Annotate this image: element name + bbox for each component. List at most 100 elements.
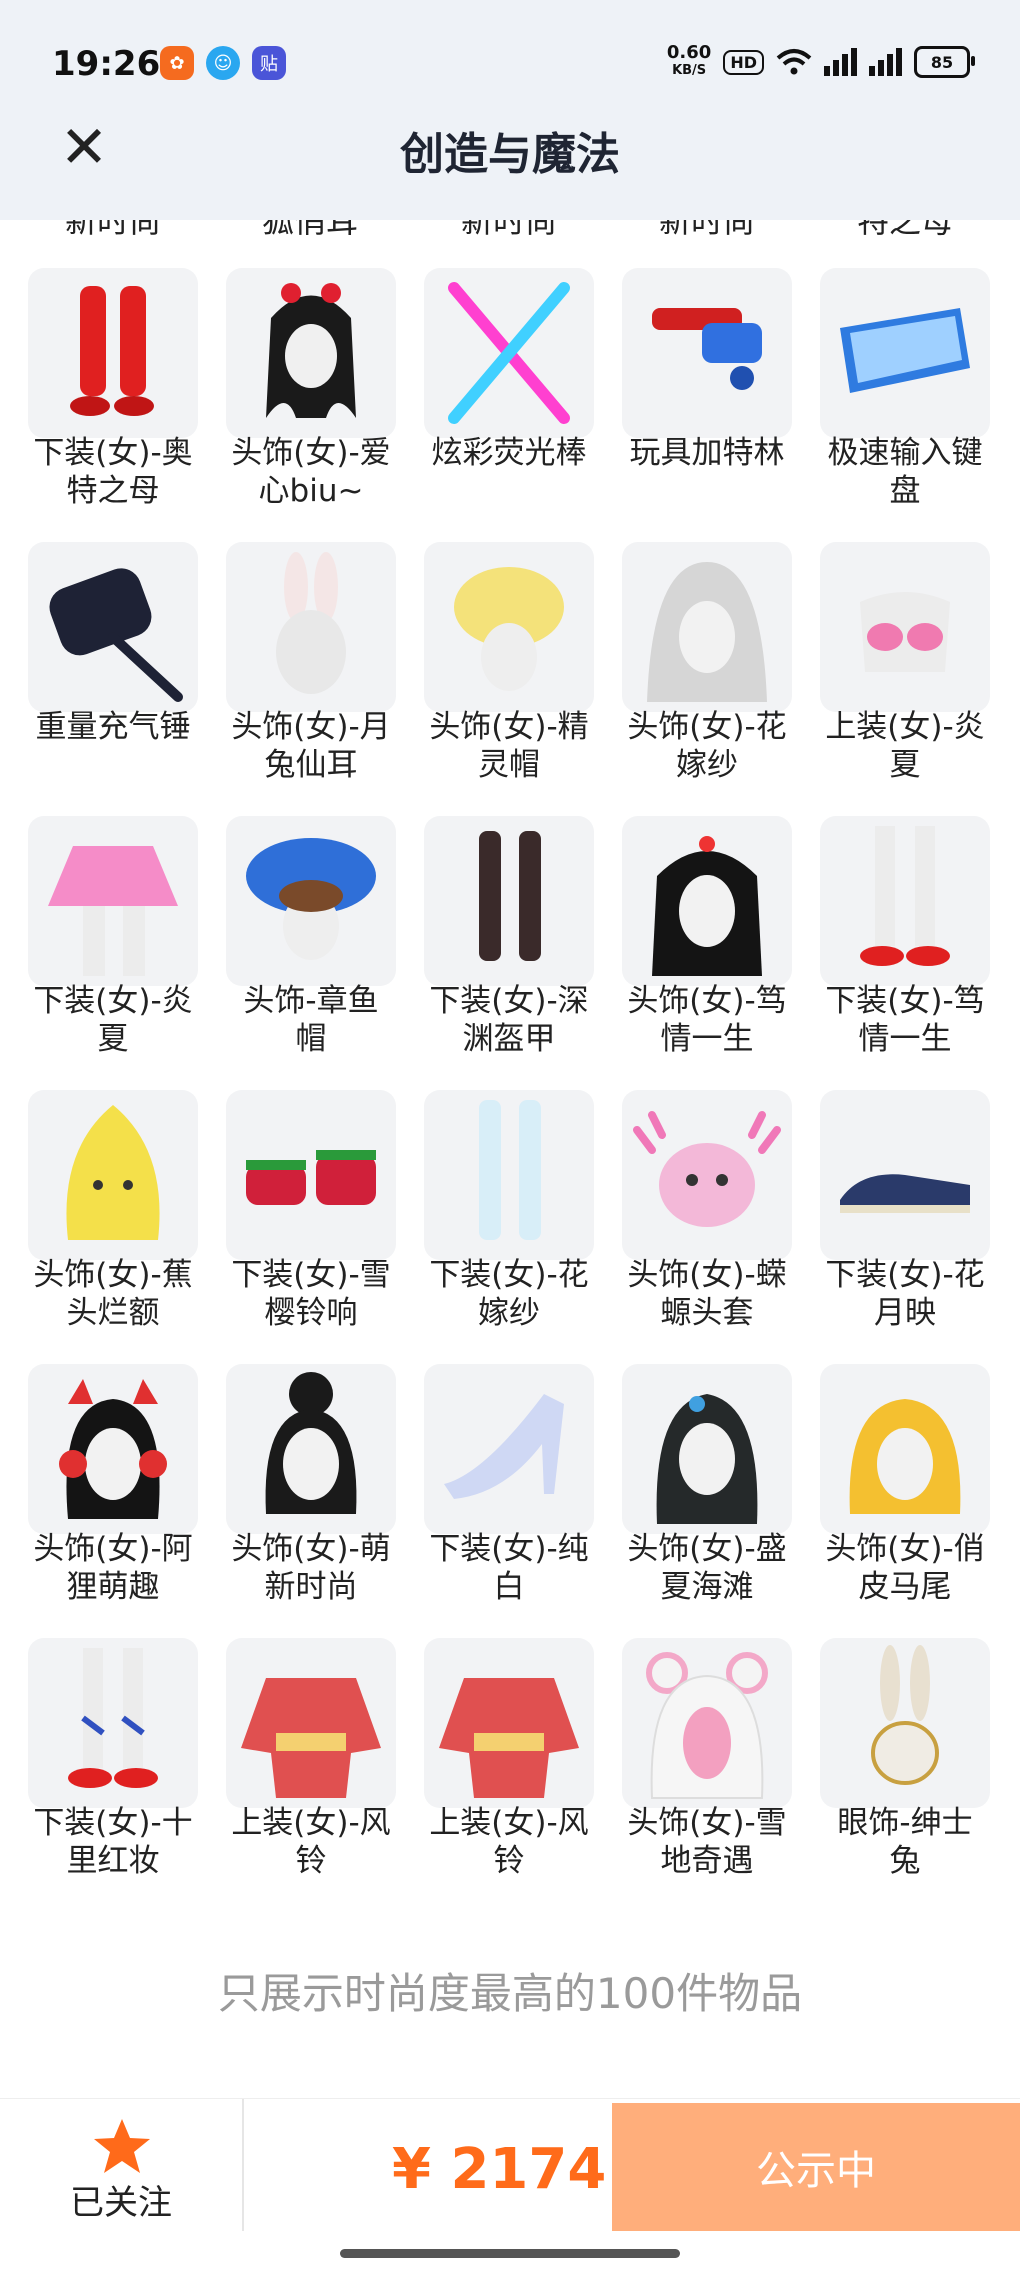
keyboard-icon	[820, 268, 990, 438]
grid-item[interactable]: 头饰(女)-月 兔仙耳	[226, 542, 396, 808]
grid-item[interactable]: 下装(女)-花 月映	[820, 1090, 990, 1356]
grid-item[interactable]: 上装(女)-风 铃	[226, 1638, 396, 1904]
item-name: 玩具加特林	[629, 435, 785, 471]
grid-item[interactable]: 头饰(女)-俏 皮马尾	[820, 1364, 990, 1630]
christmas-shoes-icon	[226, 1090, 396, 1260]
grid-item[interactable]: 眼饰-绅士 兔	[820, 1638, 990, 1904]
banana-head-icon	[28, 1090, 198, 1260]
grid-item[interactable]: 下装(女)-雪 樱铃响	[226, 1090, 396, 1356]
item-name: 头饰(女)-花 嫁纱	[627, 709, 787, 783]
item-name: 头饰(女)-萌 新时尚	[231, 1531, 391, 1605]
grid-item[interactable]: 下装(女)-纯 白	[424, 1364, 594, 1630]
toy-gatling-icon	[622, 268, 792, 438]
star-icon	[94, 2119, 150, 2173]
item-name: 头饰(女)-蕉 头烂额	[33, 1257, 193, 1331]
follow-button[interactable]: 已关注	[0, 2099, 242, 2231]
follow-label: 已关注	[70, 2183, 172, 2223]
item-name: 重量充气锤	[35, 709, 191, 745]
item-name: 下装(女)-奥 特之母	[33, 435, 193, 509]
grid-item[interactable]: 头饰(女)-蝾 螈头套	[622, 1090, 792, 1356]
item-name: 头饰(女)-蝾 螈头套	[627, 1257, 787, 1331]
net-speed-unit: KB/S	[672, 63, 707, 78]
beach-hair-icon	[622, 1364, 792, 1534]
red-heels-legs-icon	[820, 816, 990, 986]
signal-icon	[824, 48, 857, 76]
item-name: 头饰(女)-俏 皮马尾	[825, 1531, 985, 1605]
grid-item[interactable]: 下装(女)-花 嫁纱	[424, 1090, 594, 1356]
grid-item[interactable]: 头饰(女)-萌 新时尚	[226, 1364, 396, 1630]
grid-item[interactable]: 极速输入键 盘	[820, 268, 990, 534]
item-name: 下装(女)-深 渊盔甲	[429, 983, 589, 1057]
red-kimono-icon	[424, 1638, 594, 1808]
item-name: 炫彩荧光棒	[431, 435, 587, 471]
grid-item[interactable]: 头饰(女)-笃 情一生	[622, 816, 792, 1082]
grid-item[interactable]: 头饰-章鱼 帽	[226, 816, 396, 1082]
mi-app-icon: ✿	[160, 46, 194, 80]
inflatable-hammer-icon	[28, 542, 198, 712]
status-time: 19:26	[52, 44, 161, 84]
grid-item[interactable]: 上装(女)-炎 夏	[820, 542, 990, 808]
status-indicators: 0.60 KB/S HD 85	[667, 44, 975, 80]
heart-headband-hair-icon	[226, 268, 396, 438]
bridal-veil-icon	[622, 542, 792, 712]
net-speed-value: 0.60	[666, 42, 712, 63]
item-name: 头饰(女)-阿 狸萌趣	[33, 1531, 193, 1605]
grid-item[interactable]: 头饰(女)-盛 夏海滩	[622, 1364, 792, 1630]
signal-icon-2	[869, 48, 902, 76]
home-indicator[interactable]	[340, 2249, 680, 2258]
item-name: 头饰-章鱼 帽	[243, 983, 379, 1057]
grid-item[interactable]: 头饰(女)-爱 心biu~	[226, 268, 396, 534]
octopus-hat-icon	[226, 816, 396, 986]
rabbit-mask-icon	[820, 1638, 990, 1808]
bunny-ears-icon	[226, 542, 396, 712]
bun-hair-icon	[226, 1364, 396, 1534]
item-name: 头饰(女)-笃 情一生	[627, 983, 787, 1057]
grid-item[interactable]: 下装(女)-奥 特之母	[28, 268, 198, 534]
cat-ear-headphones-icon	[28, 1364, 198, 1534]
grid-item[interactable]: 头饰(女)-雪 地奇遇	[622, 1638, 792, 1904]
grid-item[interactable]: 上装(女)-风 铃	[424, 1638, 594, 1904]
item-name: 上装(女)-风 铃	[429, 1805, 589, 1879]
item-name: 头饰(女)-精 灵帽	[429, 709, 589, 783]
item-name: 头饰(女)-爱 心biu~	[231, 435, 391, 509]
divider	[242, 2099, 244, 2231]
grid-item[interactable]: 下装(女)-炎 夏	[28, 816, 198, 1082]
crystal-heel-icon	[424, 1364, 594, 1534]
item-name: 下装(女)-花 月映	[825, 1257, 985, 1331]
status-bar: 19:26 ✿ ☺ 贴 0.60 KB/S HD 85	[0, 0, 1020, 130]
item-name: 下装(女)-花 嫁纱	[429, 1257, 589, 1331]
white-stockings-icon	[424, 1090, 594, 1260]
item-name: 下装(女)-雪 樱铃响	[231, 1257, 391, 1331]
grid-item[interactable]: 重量充气锤	[28, 542, 198, 808]
wifi-icon	[776, 49, 812, 75]
grid-item[interactable]: 炫彩荧光棒	[424, 268, 594, 534]
grid-item[interactable]: 头饰(女)-精 灵帽	[424, 542, 594, 808]
red-white-legs-icon	[28, 1638, 198, 1808]
glow-sticks-icon	[424, 268, 594, 438]
item-name: 下装(女)-炎 夏	[33, 983, 193, 1057]
item-name: 下装(女)-纯 白	[429, 1531, 589, 1605]
grid-item[interactable]: 头饰(女)-阿 狸萌趣	[28, 1364, 198, 1630]
net-speed: 0.60 KB/S	[667, 44, 711, 80]
wedding-hair-icon	[622, 816, 792, 986]
grid-item[interactable]: 下装(女)-笃 情一生	[820, 816, 990, 1082]
page-title: 创造与魔法	[400, 129, 620, 180]
dark-armor-legs-icon	[424, 816, 594, 986]
bottom-action-bar: 已关注 ¥ 2174 公示中	[0, 2098, 1020, 2279]
grid-item[interactable]: 玩具加特林	[622, 268, 792, 534]
red-boots-icon	[28, 268, 198, 438]
hd-icon: HD	[723, 49, 764, 75]
grid-item[interactable]: 下装(女)-十 里红妆	[28, 1638, 198, 1904]
grid-item[interactable]: 下装(女)-深 渊盔甲	[424, 816, 594, 1082]
status-button[interactable]: 公示中	[612, 2103, 1020, 2231]
item-name: 眼饰-绅士 兔	[837, 1805, 973, 1879]
grid-item[interactable]: 头饰(女)-花 嫁纱	[622, 542, 792, 808]
item-name: 上装(女)-风 铃	[231, 1805, 391, 1879]
blonde-ponytail-icon	[820, 1364, 990, 1534]
grid-item[interactable]: 头饰(女)-蕉 头烂额	[28, 1090, 198, 1356]
item-name: 头饰(女)-雪 地奇遇	[627, 1805, 787, 1879]
footnote-text: 只展示时尚度最高的100件物品	[217, 1969, 803, 2018]
bear-hood-icon	[622, 1638, 792, 1808]
item-name: 下装(女)-笃 情一生	[825, 983, 985, 1057]
axolotl-hood-icon	[622, 1090, 792, 1260]
